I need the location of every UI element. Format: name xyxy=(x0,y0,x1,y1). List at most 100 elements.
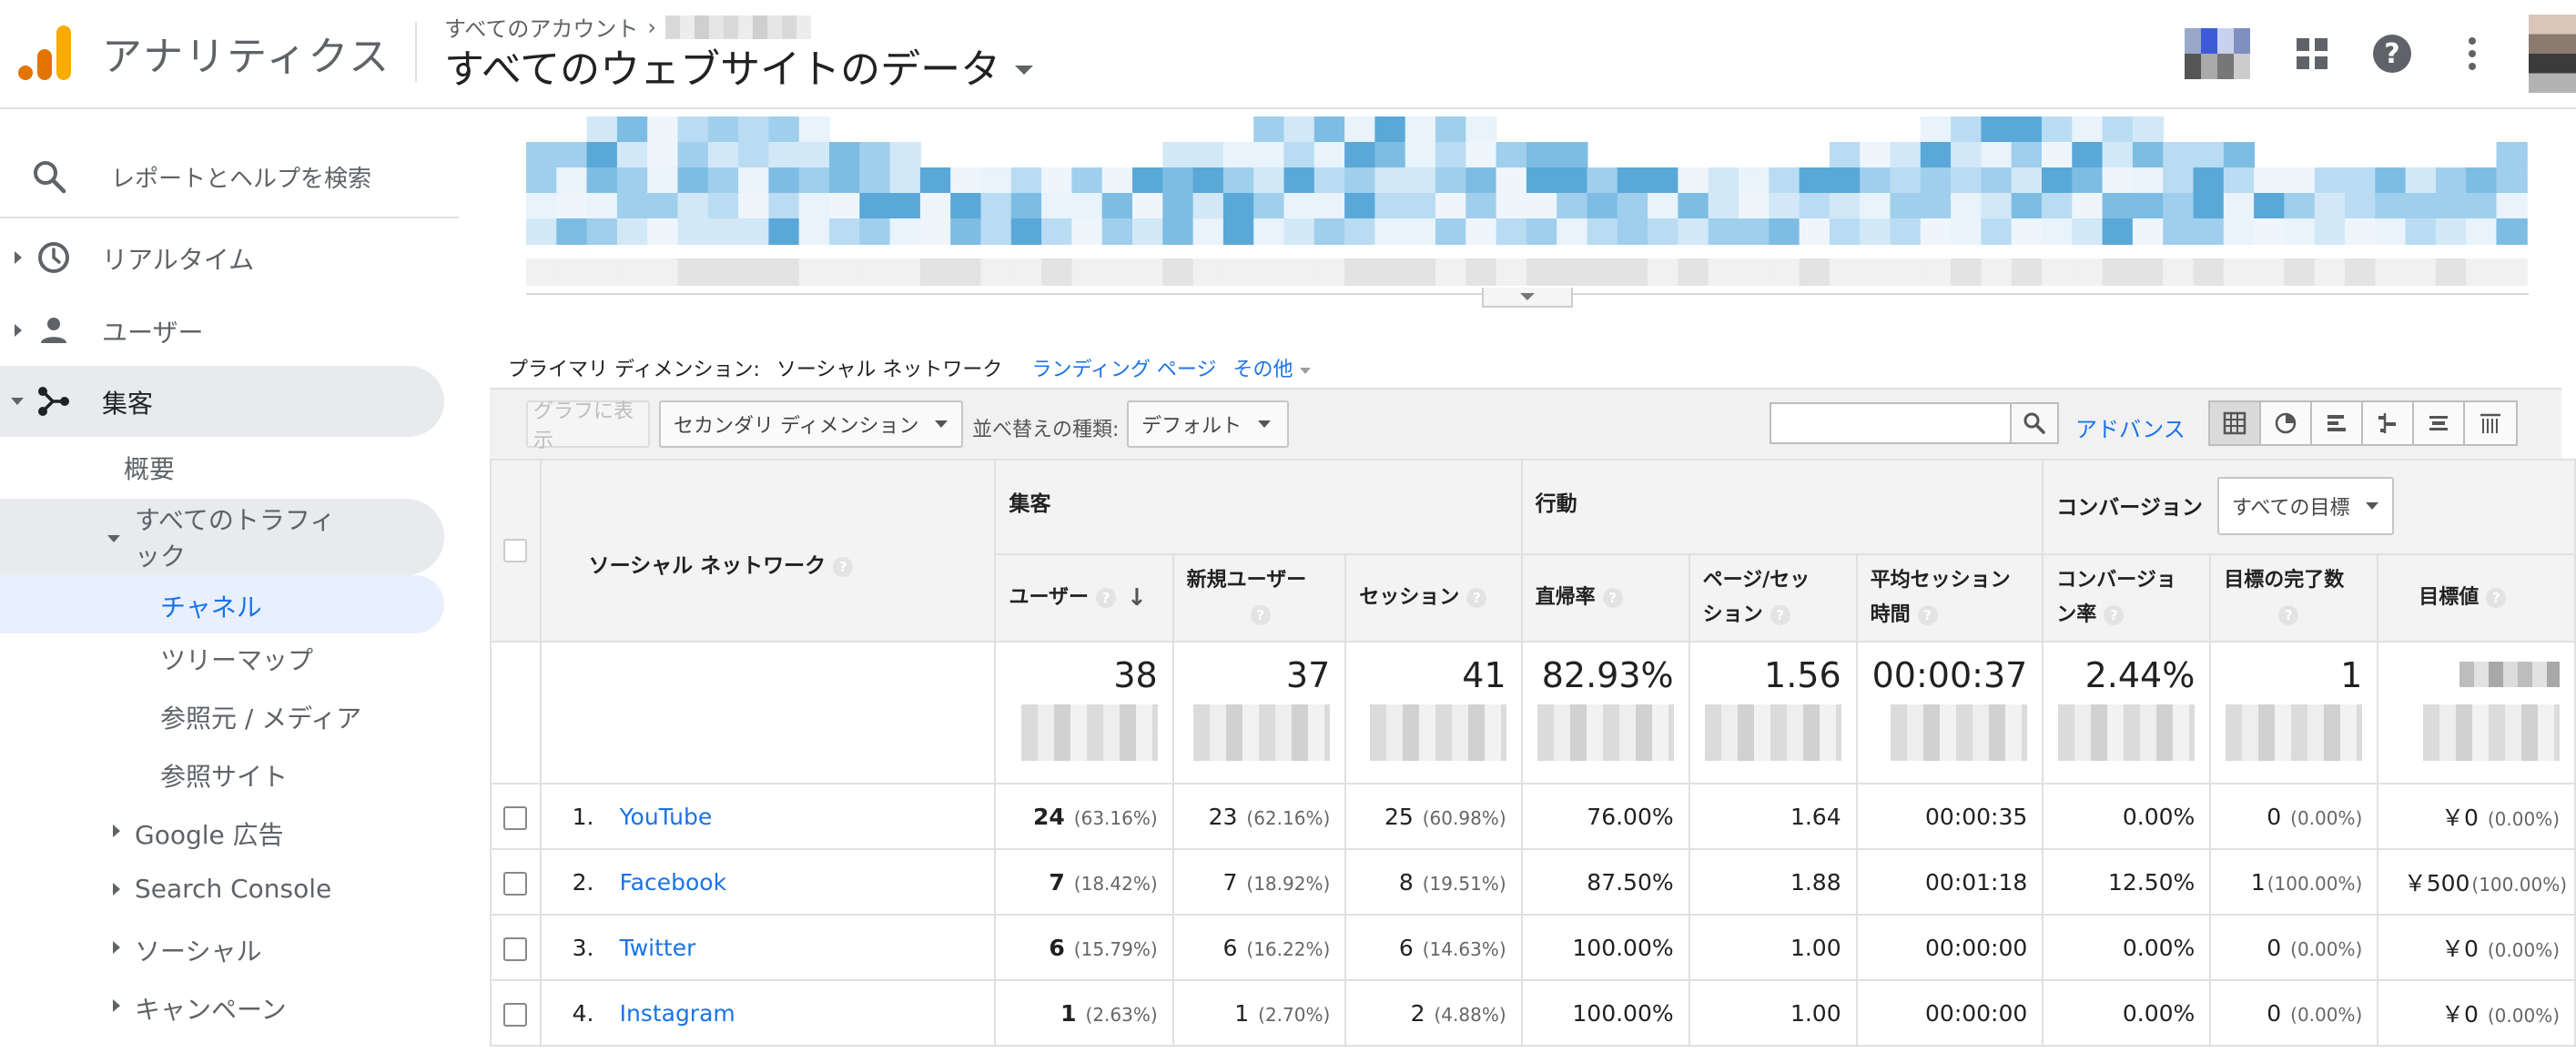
sidebar-item-search-console[interactable]: Search Console xyxy=(135,874,331,904)
sidebar-item-channels[interactable]: チャネル xyxy=(0,575,444,633)
blur-pixel xyxy=(677,218,709,245)
col-conversion-rate[interactable]: コンバージョ ン率? xyxy=(2042,553,2212,643)
blur-pixel xyxy=(1162,193,1194,219)
blur-pixel xyxy=(647,116,679,143)
select-all-checkbox[interactable] xyxy=(503,539,528,563)
row-checkbox[interactable] xyxy=(503,1002,528,1027)
col-sessions[interactable]: セッション? xyxy=(1344,553,1523,643)
row-checkbox[interactable] xyxy=(503,936,528,961)
table-filter-input[interactable] xyxy=(1770,402,2012,444)
help-circle-icon[interactable]: ? xyxy=(1466,588,1487,608)
row-conversion-rate: 0.00% xyxy=(2042,914,2212,981)
sidebar-item-referrals[interactable]: 参照サイト xyxy=(160,757,288,794)
sidebar-item-google-ads[interactable]: Google 広告 xyxy=(135,815,284,852)
row-checkbox[interactable] xyxy=(503,871,528,896)
blur-pixel xyxy=(2072,218,2104,245)
row-index: 3. xyxy=(572,934,594,961)
blur-pixel xyxy=(2375,167,2407,194)
primary-dimension-landing-page[interactable]: ランディング ページ xyxy=(1031,353,1216,382)
col-avg-session-duration[interactable]: 平均セッション 時間? xyxy=(1855,553,2044,643)
blur-pixel xyxy=(768,142,800,168)
primary-dimension-label: プライマリ ディメンション: xyxy=(508,359,760,381)
blur-pixel xyxy=(1374,167,1406,194)
blur-axis-pixel xyxy=(2435,258,2468,286)
analytics-logo[interactable] xyxy=(18,25,73,82)
sidebar-item-users[interactable]: ユーザー xyxy=(0,295,444,366)
row-name-link[interactable]: YouTube xyxy=(620,804,713,830)
col-bounce-rate[interactable]: 直帰率? xyxy=(1520,553,1690,643)
row-name-link[interactable]: Twitter xyxy=(620,935,696,961)
view-term-cloud-button[interactable] xyxy=(2414,402,2465,444)
blurred-account-avatar[interactable] xyxy=(2185,28,2250,79)
col-new-users[interactable]: 新規ユーザー? xyxy=(1171,553,1347,643)
more-menu-button[interactable] xyxy=(2449,30,2496,77)
help-circle-icon[interactable]: ? xyxy=(1917,605,1938,625)
plot-rows-button[interactable]: グラフに表示 xyxy=(526,400,650,452)
property-selector[interactable]: すべてのウェブサイトのデータ xyxy=(444,36,1034,95)
col-conv-label-1: コンバージョ xyxy=(2056,569,2176,592)
help-circle-icon[interactable]: ? xyxy=(2104,605,2125,625)
sidebar-item-treemap[interactable]: ツリーマップ xyxy=(160,641,313,677)
sidebar-item-social[interactable]: ソーシャル xyxy=(135,932,261,968)
view-performance-button[interactable] xyxy=(2312,402,2363,444)
view-pivot-button[interactable] xyxy=(2465,402,2516,444)
blur-pixel xyxy=(859,142,891,168)
blur-pixel xyxy=(2284,193,2316,219)
col-goal-completions[interactable]: 目標の完了数? xyxy=(2209,553,2379,643)
blur-pixel xyxy=(1192,167,1224,194)
sort-type-select[interactable]: デフォルト xyxy=(1127,400,1289,448)
col-users[interactable]: ユーザー? ↓ xyxy=(994,553,1174,643)
goal-option-select[interactable]: すべての目標 xyxy=(2216,477,2394,535)
chart-collapse-toggle[interactable] xyxy=(1482,288,1573,308)
term-cloud-icon xyxy=(2429,416,2448,430)
help-circle-icon[interactable]: ? xyxy=(1096,588,1117,608)
help-circle-icon[interactable]: ? xyxy=(1602,588,1623,608)
sidebar-item-source-medium[interactable]: 参照元 / メディア xyxy=(160,699,361,735)
view-comparison-button[interactable] xyxy=(2363,402,2414,444)
col-goal-value[interactable]: 目標値? xyxy=(2377,553,2576,643)
row-value-value: ￥0 xyxy=(2440,805,2479,831)
help-circle-icon[interactable]: ? xyxy=(2278,605,2299,625)
total-new-users: 37 xyxy=(1171,641,1347,785)
blur-pixel xyxy=(586,167,618,194)
help-circle-icon[interactable]: ? xyxy=(833,556,854,577)
blur-pixel xyxy=(616,167,649,194)
blur-pixel xyxy=(1435,218,1467,245)
blur-pixel xyxy=(1981,218,2013,245)
blur-pixel xyxy=(738,116,770,143)
row-conversion-rate: 12.50% xyxy=(2042,848,2212,916)
select-all-cell xyxy=(490,459,542,643)
view-table-button[interactable] xyxy=(2210,402,2261,444)
sidebar-item-all-traffic[interactable]: すべてのトラフィ ック xyxy=(0,499,444,575)
table-filter-search-button[interactable] xyxy=(2012,402,2059,444)
blur-pixel xyxy=(1587,193,1618,219)
help-circle-icon[interactable]: ? xyxy=(1250,605,1271,625)
primary-dimension-other[interactable]: その他 xyxy=(1232,353,1311,382)
apps-button[interactable] xyxy=(2288,30,2336,77)
secondary-dimension-select[interactable]: セカンダリ ディメンション xyxy=(659,400,963,448)
help-button[interactable]: ? xyxy=(2368,30,2416,77)
row-checkbox[interactable] xyxy=(503,805,528,830)
sidebar-item-campaigns[interactable]: キャンペーン xyxy=(135,990,287,1027)
view-pie-button[interactable] xyxy=(2261,402,2312,444)
help-circle-icon[interactable]: ? xyxy=(1770,605,1790,625)
blur-pixel xyxy=(2072,142,2104,168)
col-conv-label-2: ン率 xyxy=(2056,603,2097,626)
help-circle-icon[interactable]: ? xyxy=(2486,588,2507,608)
row-name-link[interactable]: Instagram xyxy=(620,1000,735,1027)
blur-pixel xyxy=(616,193,649,219)
row-name-link[interactable]: Facebook xyxy=(620,869,726,896)
advanced-filter-link[interactable]: アドバンス xyxy=(2075,411,2186,443)
col-pages-per-session[interactable]: ページ/セッ ション? xyxy=(1688,553,1858,643)
blur-axis-pixel xyxy=(1041,258,1073,286)
sidebar-item-realtime[interactable]: リアルタイム xyxy=(0,222,444,293)
user-avatar[interactable] xyxy=(2529,15,2576,93)
sidebar-item-acquisition[interactable]: 集客 xyxy=(0,366,444,437)
sidebar-item-overview[interactable]: 概要 xyxy=(124,450,175,486)
blur-pixel xyxy=(798,142,830,168)
row-goal-value: ￥500 (100.00%) xyxy=(2377,848,2576,916)
dimension-header[interactable]: ソーシャル ネットワーク? xyxy=(539,459,997,643)
blurred-total-goal-value xyxy=(2459,662,2560,687)
sidebar-search[interactable]: レポートとヘルプを検索 xyxy=(0,138,459,215)
blur-axis-pixel xyxy=(2193,258,2225,286)
